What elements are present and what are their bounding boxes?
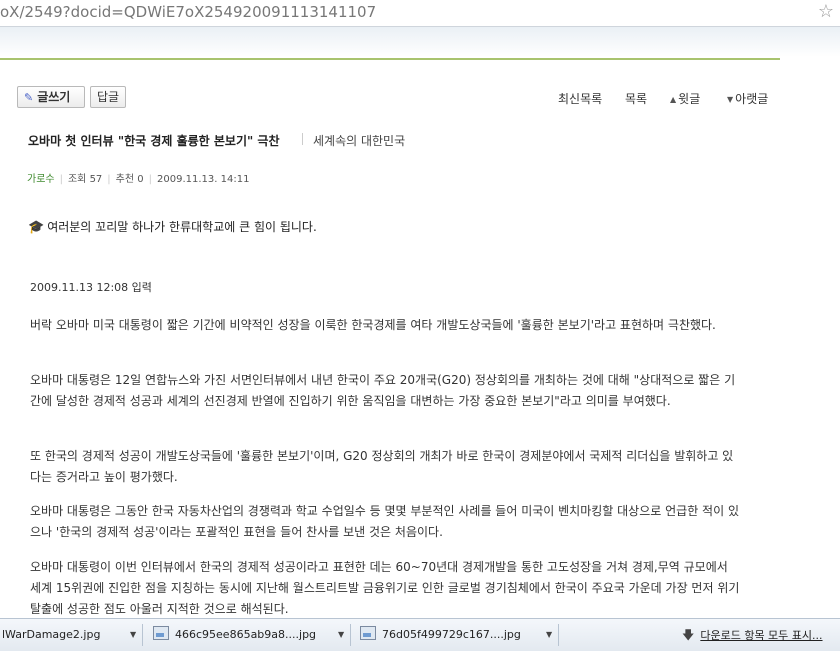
image-file-icon (153, 626, 169, 640)
bookmark-star-icon[interactable]: ☆ (818, 1, 834, 22)
post-category[interactable]: 세계속의 대한민국 (313, 132, 405, 149)
recommend-count: 추천 0 (115, 174, 144, 185)
triangle-up-icon: ▲ (670, 95, 677, 104)
download-divider (142, 624, 143, 646)
latest-list-link[interactable]: 최신목록 (558, 90, 602, 107)
reply-button[interactable]: 답글 (90, 86, 126, 108)
chevron-down-icon[interactable]: ▼ (130, 630, 136, 639)
header-band (0, 27, 840, 57)
next-post-link[interactable]: ▼ 아랫글 (727, 90, 768, 107)
triangle-down-icon: ▼ (727, 95, 734, 104)
title-separator (302, 133, 303, 145)
post-meta: 가로수 | 조회 57 | 추천 0 | 2009.11.13. 14:11 (27, 170, 249, 185)
article-paragraph: 오바마 대통령은 12일 연합뉴스와 가진 서면인터뷰에서 내년 한국이 주요 … (30, 373, 736, 408)
download-filename: 76d05f499729c167....jpg (382, 628, 521, 641)
post-title: 오바마 첫 인터뷰 "한국 경제 훌륭한 본보기" 극찬 (28, 134, 280, 148)
url-text[interactable]: oX/2549?docid=QDWiE7oX254920091113141107 (0, 3, 376, 21)
download-divider (558, 624, 559, 646)
article-paragraph: 또 한국의 경제적 성공이 개발도상국들에 '훌륭한 본보기'이며, G20 정… (30, 449, 734, 484)
download-item[interactable]: 466c95ee865ab9a8....jpg (153, 619, 316, 651)
show-all-downloads-link[interactable]: 🡇 다운로드 항목 모두 표시... (682, 619, 823, 651)
write-button-label: 글쓰기 (37, 90, 71, 104)
article-paragraph: 버락 오바마 미국 대통령이 짧은 기간에 비약적인 성장을 이룩한 한국경제를… (30, 318, 716, 332)
show-all-label: 다운로드 항목 모두 표시... (700, 629, 823, 642)
view-count: 조회 57 (67, 174, 103, 185)
download-item[interactable]: lWarDamage2.jpg (2, 619, 100, 651)
article-paragraph: 오바마 대통령이 이번 인터뷰에서 한국의 경제적 성공이라고 표현한 데는 6… (30, 560, 740, 616)
pencil-icon: ✎ (24, 91, 34, 104)
notice-line: 🎓 여러분의 꼬리말 하나가 한류대학교에 큰 힘이 됩니다. (28, 218, 317, 235)
image-file-icon (360, 626, 376, 640)
meta-divider: | (148, 174, 152, 185)
article-paragraph: 오바마 대통령은 그동안 한국 자동차산업의 경쟁력과 학교 수업일수 등 몇몇… (30, 504, 739, 539)
prev-post-label: 윗글 (678, 92, 701, 106)
notice-text: 여러분의 꼬리말 하나가 한류대학교에 큰 힘이 됩니다. (47, 220, 317, 234)
header-divider (0, 58, 780, 60)
download-divider (350, 624, 351, 646)
address-bar[interactable]: oX/2549?docid=QDWiE7oX254920091113141107… (0, 0, 840, 27)
download-arrow-icon: 🡇 (682, 628, 695, 642)
downloads-bar: lWarDamage2.jpg ▼ 466c95ee865ab9a8....jp… (0, 618, 840, 651)
article-dateline: 2009.11.13 12:08 입력 (30, 281, 152, 294)
chevron-down-icon[interactable]: ▼ (546, 630, 552, 639)
graduation-cap-icon: 🎓 (28, 220, 45, 235)
author-link[interactable]: 가로수 (27, 174, 55, 185)
prev-post-link[interactable]: ▲ 윗글 (670, 90, 700, 107)
meta-divider: | (107, 174, 111, 185)
next-post-label: 아랫글 (735, 92, 769, 106)
list-link[interactable]: 목록 (625, 90, 647, 107)
download-filename: 466c95ee865ab9a8....jpg (175, 628, 317, 641)
download-item[interactable]: 76d05f499729c167....jpg (360, 619, 521, 651)
meta-divider: | (59, 174, 63, 185)
write-button[interactable]: ✎ 글쓰기 (17, 86, 85, 108)
chevron-down-icon[interactable]: ▼ (338, 630, 344, 639)
post-datetime: 2009.11.13. 14:11 (157, 174, 250, 185)
